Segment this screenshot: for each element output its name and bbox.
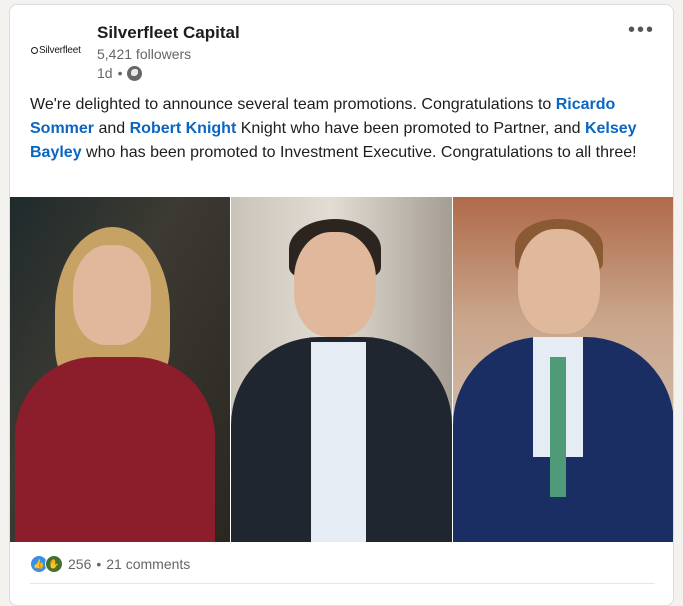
post-card: Silverfleet Silverfleet Capital 5,421 fo… xyxy=(9,4,674,606)
post-text-part: who has been promoted to Investment Exec… xyxy=(81,144,637,161)
post-text-part: We're delighted to announce several team… xyxy=(30,96,556,113)
comments-count[interactable]: 21 comments xyxy=(106,556,190,572)
photo-woman xyxy=(10,197,231,542)
post-meta: 1d • xyxy=(97,65,143,81)
photo-man-right xyxy=(451,197,673,542)
more-options-button[interactable]: ••• xyxy=(628,19,655,42)
meta-separator: • xyxy=(117,65,123,81)
reaction-icons: 👍 ✋ xyxy=(30,555,63,573)
photo-man-center xyxy=(230,197,452,542)
company-name[interactable]: Silverfleet Capital xyxy=(97,23,240,43)
globe-icon xyxy=(127,65,143,81)
post-text-part: Knight who have been promoted to Partner… xyxy=(236,120,585,137)
logo-mark-icon xyxy=(31,46,38,54)
follower-count: 5,421 followers xyxy=(97,46,192,62)
divider xyxy=(30,583,655,584)
post-text-part: and xyxy=(94,120,130,137)
company-logo[interactable]: Silverfleet xyxy=(31,38,95,62)
reaction-count[interactable]: 256 xyxy=(68,556,91,572)
mention-robert-knight[interactable]: Robert Knight xyxy=(130,120,237,137)
counts-separator: • xyxy=(96,556,102,572)
logo-text: Silverfleet xyxy=(39,44,81,56)
social-counts[interactable]: 👍 ✋ 256 • 21 comments xyxy=(30,555,190,573)
celebrate-icon: ✋ xyxy=(45,555,63,573)
post-time: 1d xyxy=(97,65,113,81)
post-image[interactable] xyxy=(10,197,673,542)
post-text: We're delighted to announce several team… xyxy=(30,93,655,165)
